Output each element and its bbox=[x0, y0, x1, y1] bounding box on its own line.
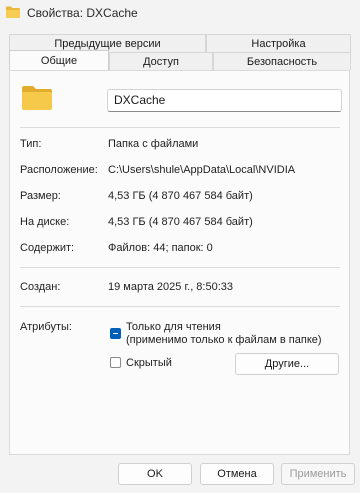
cancel-button[interactable]: Отмена bbox=[200, 463, 274, 485]
size-label: Размер: bbox=[20, 190, 61, 202]
tab-general[interactable]: Общие bbox=[9, 50, 109, 70]
tab-sharing[interactable]: Доступ bbox=[109, 52, 213, 70]
folder-name-input[interactable]: DXCache bbox=[107, 89, 342, 112]
hidden-label[interactable]: Скрытый bbox=[126, 357, 172, 369]
title-bar: Свойства: DXCache bbox=[0, 0, 360, 26]
divider bbox=[20, 306, 340, 307]
type-label: Тип: bbox=[20, 138, 42, 150]
size-value: 4,53 ГБ (4 870 467 584 байт) bbox=[108, 190, 253, 202]
readonly-checkbox[interactable] bbox=[110, 328, 121, 339]
contains-label: Содержит: bbox=[20, 242, 75, 254]
attributes-label: Атрибуты: bbox=[20, 321, 72, 333]
tab-row-front: Общие Доступ Безопасность bbox=[9, 50, 351, 70]
folder-icon bbox=[22, 86, 52, 110]
created-label: Создан: bbox=[20, 281, 61, 293]
readonly-label[interactable]: Только для чтения bbox=[126, 321, 221, 333]
window-title: Свойства: DXCache bbox=[27, 6, 138, 20]
size-on-disk-label: На диске: bbox=[20, 216, 70, 228]
type-value: Папка с файлами bbox=[108, 138, 199, 150]
location-label: Расположение: bbox=[20, 164, 98, 176]
readonly-note: (применимо только к файлам в папке) bbox=[126, 334, 322, 346]
tab-security[interactable]: Безопасность bbox=[213, 52, 351, 70]
divider bbox=[20, 127, 340, 128]
ok-button[interactable]: OK bbox=[118, 463, 192, 485]
folder-icon bbox=[6, 6, 20, 18]
location-value: C:\Users\shule\AppData\Local\NVIDIA bbox=[108, 164, 296, 176]
properties-dialog: Свойства: DXCache Предыдущие версии Наст… bbox=[0, 0, 360, 493]
hidden-checkbox[interactable] bbox=[110, 357, 121, 368]
created-value: 19 марта 2025 г., 8:50:33 bbox=[108, 281, 234, 293]
divider bbox=[20, 267, 340, 268]
advanced-button[interactable]: Другие... bbox=[235, 353, 339, 375]
apply-button[interactable]: Применить bbox=[281, 463, 355, 485]
size-on-disk-value: 4,53 ГБ (4 870 467 584 байт) bbox=[108, 216, 253, 228]
tab-customize[interactable]: Настройка bbox=[206, 34, 351, 52]
contains-value: Файлов: 44; папок: 0 bbox=[108, 242, 213, 254]
